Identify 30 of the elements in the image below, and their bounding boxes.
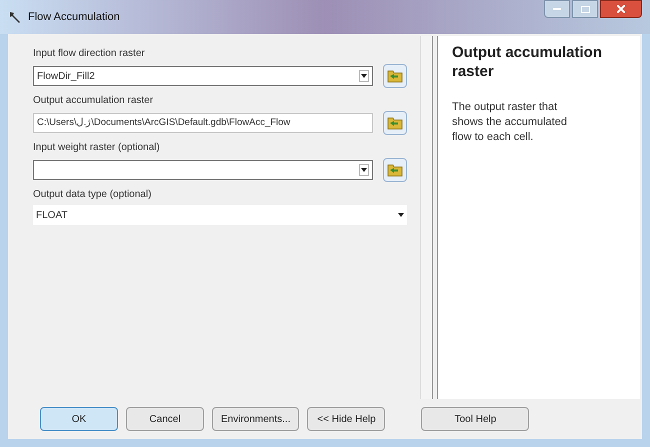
dropdown-field[interactable] [33,160,373,180]
dropdown-arrow-icon [398,213,404,217]
window-title: Flow Accumulation [28,10,120,25]
browse-button[interactable] [383,111,407,135]
minimize-icon [553,8,561,10]
maximize-icon [580,6,590,12]
close-icon [617,5,625,13]
field-label: Input flow direction raster [33,47,146,61]
dialog-button[interactable]: Environments... [212,407,300,431]
folder-icon [387,116,403,130]
maximize-button[interactable] [572,0,598,18]
help-text: The output raster that shows the accumulated flow to each cell. [452,100,568,145]
dialog-button[interactable]: Cancel [126,407,204,431]
dialog-button[interactable]: OK [40,407,118,431]
field-label: Output accumulation raster [33,94,154,108]
dropdown-field[interactable]: FLOAT [33,205,407,225]
tool-help-button[interactable]: Tool Help [421,407,530,431]
minimize-button[interactable] [544,0,570,18]
scrollbar[interactable] [420,36,432,399]
close-button[interactable] [600,0,642,18]
browse-button[interactable] [383,64,407,88]
field-label: Output data type (optional) [33,188,152,202]
folder-icon [387,69,403,83]
dropdown-field[interactable]: FlowDir_Fill2 [33,66,373,86]
dialog-button[interactable]: << Hide Help [307,407,386,431]
folder-icon [387,163,403,177]
help-title: Output accumulation raster [452,44,603,82]
browse-button[interactable] [383,158,407,182]
field-label: Input weight raster (optional) [33,141,161,155]
input-field[interactable]: C:\Users\ژ.ل\Documents\ArcGIS\Default.gdb\FlowAcc_Flow [33,113,373,133]
